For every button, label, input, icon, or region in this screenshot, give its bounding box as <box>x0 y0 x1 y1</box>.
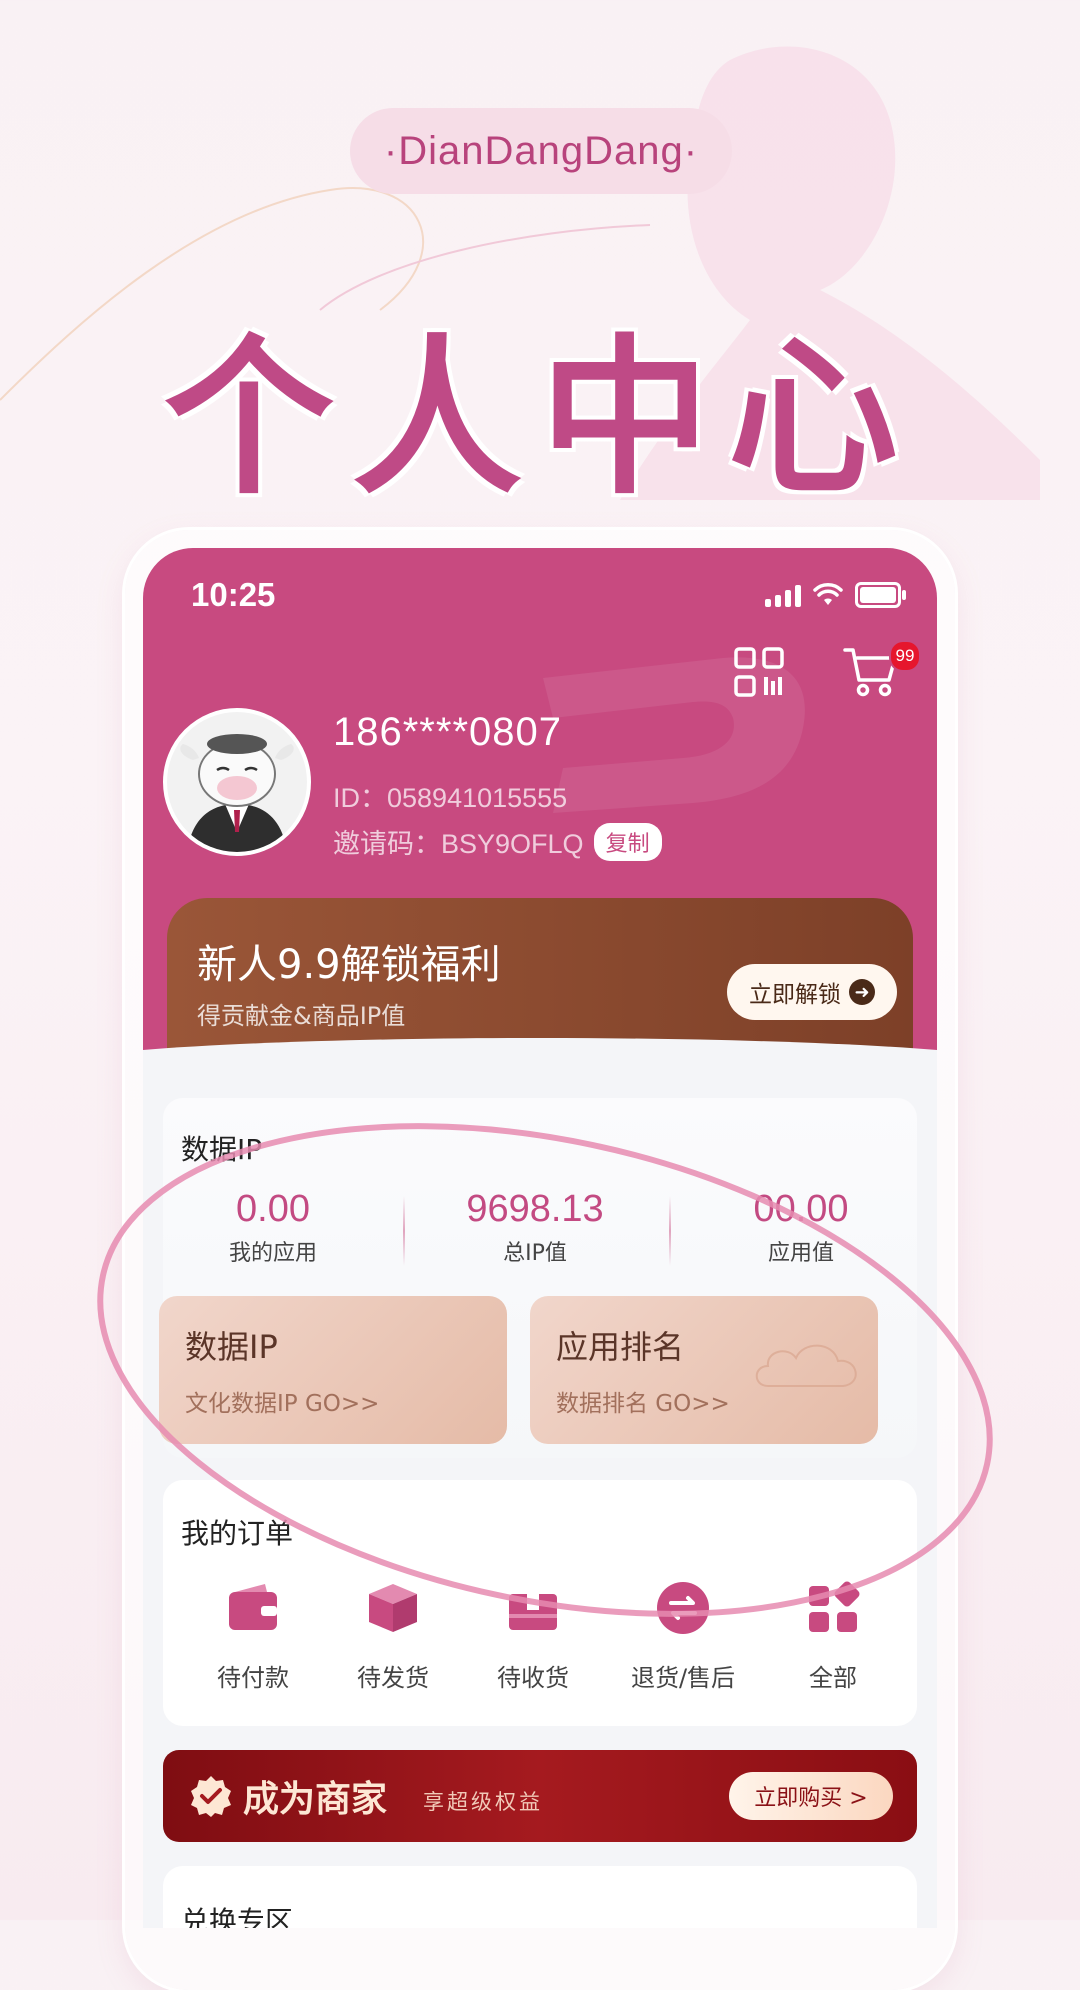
tile-subtitle: 文化数据IP GO>> <box>185 1391 380 1417</box>
package-icon <box>509 1594 557 1630</box>
wifi-icon <box>813 583 843 605</box>
box-icon <box>369 1584 417 1632</box>
battery-icon <box>855 582 906 608</box>
tile-subtitle: 数据排名 GO>> <box>556 1391 730 1417</box>
status-time: 10:25 <box>191 576 276 613</box>
app-screen: 10:25 99 186****0807 ID：058941015555 邀请码… <box>143 548 937 1928</box>
order-label: 待收货 <box>497 1664 569 1692</box>
user-id: ID：058941015555 <box>333 783 568 813</box>
stat-label: 应用值 <box>767 1241 834 1266</box>
order-label: 待发货 <box>357 1664 429 1692</box>
promo-title: 新人9.9解锁福利 <box>197 942 501 988</box>
exchange-title: 兑换专区 <box>181 1905 294 1928</box>
signal-icon <box>765 583 801 607</box>
stat-my-apps[interactable]: 0.00 我的应用 <box>163 1188 383 1267</box>
order-pending-payment[interactable]: 待付款 <box>183 1580 323 1693</box>
arrow-right-icon: ➜ <box>849 979 875 1005</box>
invite-code: 邀请码：BSY9OFLQ <box>333 829 584 859</box>
order-label: 退货/售后 <box>630 1664 736 1692</box>
data-ip-card: 数据IP 0.00 我的应用 9698.13 总IP值 00.00 应用值 数据… <box>159 1098 917 1458</box>
stat-total-ip[interactable]: 9698.13 总IP值 <box>425 1188 645 1267</box>
tile-app-ranking[interactable]: 应用排名 数据排名 GO>> <box>530 1296 878 1444</box>
exchange-zone-card[interactable]: 兑换专区 <box>163 1866 917 1928</box>
order-label: 待付款 <box>217 1664 289 1692</box>
avatar[interactable] <box>163 708 311 856</box>
user-phone: 186****0807 <box>333 710 562 754</box>
buy-now-button[interactable]: 立即购买 > <box>729 1772 893 1820</box>
merchant-subtitle: 享超级权益 <box>423 1790 543 1814</box>
header-wave <box>143 1038 937 1098</box>
stat-app-value[interactable]: 00.00 应用值 <box>691 1188 911 1267</box>
stat-label: 总IP值 <box>503 1241 567 1266</box>
invite-row: 邀请码：BSY9OFLQ 复制 <box>333 822 662 861</box>
brand-pill: ·DianDangDang· <box>350 108 732 194</box>
grid-icon <box>809 1581 860 1632</box>
divider <box>669 1196 671 1266</box>
merchant-title: 成为商家 <box>243 1779 388 1820</box>
order-refund[interactable]: 退货/售后 <box>613 1580 753 1693</box>
order-all[interactable]: 全部 <box>763 1580 903 1693</box>
tile-title: 数据IP <box>185 1328 278 1366</box>
badge-check-icon <box>191 1776 231 1817</box>
orders-title: 我的订单 <box>181 1517 294 1550</box>
data-ip-title: 数据IP <box>181 1133 263 1166</box>
profile-header: 10:25 99 186****0807 ID：058941015555 邀请码… <box>143 548 937 1078</box>
become-merchant-banner[interactable]: 成为商家 享超级权益 立即购买 > <box>163 1750 917 1842</box>
hero-title: 个人中心 <box>163 320 916 518</box>
unlock-button-label: 立即解锁 <box>749 982 841 1008</box>
cart-badge: 99 <box>889 640 921 672</box>
cow-mascot-icon <box>167 712 307 852</box>
status-icons <box>765 582 906 608</box>
order-label: 全部 <box>809 1664 857 1692</box>
promo-subtitle: 得贡献金&商品IP值 <box>197 1002 406 1030</box>
copy-button[interactable]: 复制 <box>593 822 662 861</box>
stat-value: 00.00 <box>753 1188 849 1230</box>
order-pending-receive[interactable]: 待收货 <box>463 1580 603 1693</box>
order-pending-ship[interactable]: 待发货 <box>323 1580 463 1693</box>
cloud-icon <box>755 1344 857 1387</box>
qr-code-icon[interactable] <box>733 646 785 698</box>
stat-value: 0.00 <box>236 1188 310 1230</box>
exchange-icon <box>657 1582 709 1634</box>
tile-title: 应用排名 <box>556 1328 685 1366</box>
divider <box>403 1196 405 1266</box>
unlock-button[interactable]: 立即解锁 ➜ <box>727 964 897 1020</box>
my-orders-card: 我的订单 待付款 待发货 待收货 退货/售后 全部 <box>163 1480 917 1726</box>
stat-label: 我的应用 <box>228 1241 317 1266</box>
wallet-icon <box>229 1584 277 1630</box>
tile-data-ip[interactable]: 数据IP 文化数据IP GO>> <box>159 1296 507 1444</box>
stat-value: 9698.13 <box>466 1188 604 1230</box>
